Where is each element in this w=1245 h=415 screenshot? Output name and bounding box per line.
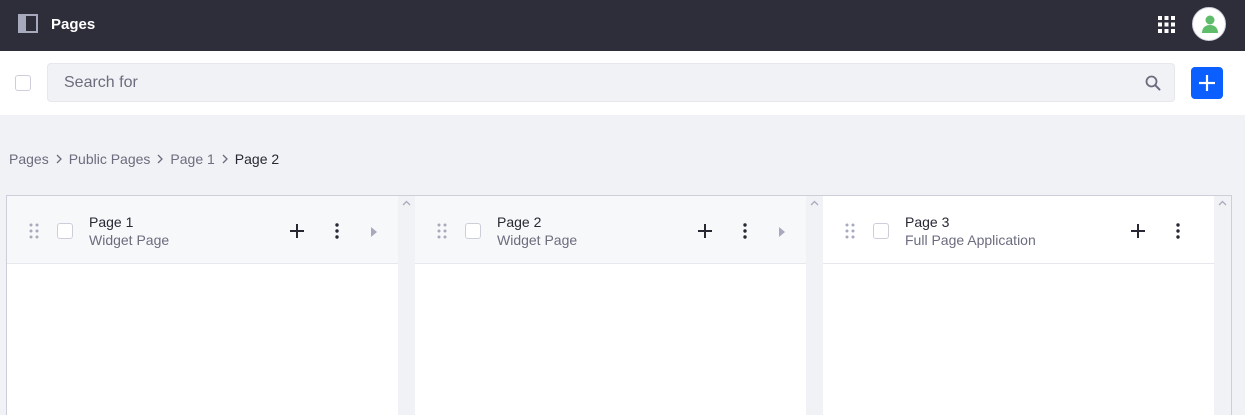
top-navigation-bar: Pages [0, 0, 1245, 51]
drag-handle-icon[interactable] [845, 223, 855, 239]
plus-icon [698, 224, 712, 238]
row-checkbox[interactable] [465, 223, 481, 239]
options-kebab-icon[interactable] [329, 223, 345, 239]
page-name[interactable]: Page 1 [89, 214, 133, 230]
sidebar-toggle-icon[interactable] [18, 14, 38, 33]
page-type: Widget Page [89, 232, 170, 248]
caret-right-icon[interactable] [777, 225, 787, 237]
plus-icon [1131, 224, 1145, 238]
options-kebab-icon[interactable] [1170, 223, 1186, 239]
column-item[interactable]: Page 3 Full Page Application [823, 196, 1214, 264]
column-2: Page 2 Widget Page [415, 196, 806, 415]
apps-grid-icon[interactable] [1158, 16, 1175, 33]
column-item[interactable]: Page 2 Widget Page [415, 196, 806, 264]
page-type: Widget Page [497, 232, 578, 248]
plus-icon [1199, 75, 1215, 91]
column-item[interactable]: Page 1 Widget Page [7, 196, 398, 264]
breadcrumb-item-pages[interactable]: Pages [9, 151, 49, 167]
page-name[interactable]: Page 2 [497, 214, 541, 230]
search-icon[interactable] [1145, 75, 1161, 91]
page-type: Full Page Application [905, 232, 1036, 248]
search-box [47, 63, 1175, 102]
drag-handle-icon[interactable] [29, 223, 39, 239]
column-3: Page 3 Full Page Application [823, 196, 1214, 415]
drag-handle-icon[interactable] [437, 223, 447, 239]
breadcrumb-item-public-pages[interactable]: Public Pages [69, 151, 151, 167]
scroll-up-icon [1218, 200, 1227, 206]
scroll-up-icon [402, 200, 411, 206]
column-2-scrollbar[interactable] [806, 196, 823, 415]
column-1-scrollbar[interactable] [398, 196, 415, 415]
add-child-page-button[interactable] [289, 223, 305, 239]
add-child-page-button[interactable] [1130, 223, 1146, 239]
breadcrumb-current: Page 2 [234, 151, 280, 167]
select-all-checkbox[interactable] [15, 75, 31, 91]
management-toolbar [0, 51, 1245, 115]
chevron-right-icon [217, 154, 233, 164]
caret-right-icon[interactable] [369, 225, 379, 237]
add-page-button[interactable] [1191, 67, 1223, 99]
miller-columns: Page 1 Widget Page Page 2 Widget Page Pa… [6, 195, 1232, 415]
column-3-scrollbar[interactable] [1214, 196, 1231, 415]
chevron-right-icon [152, 154, 168, 164]
page-title: Pages [51, 16, 96, 33]
chevron-right-icon [51, 154, 67, 164]
options-kebab-icon[interactable] [737, 223, 753, 239]
user-icon [1202, 15, 1218, 33]
plus-icon [290, 224, 304, 238]
column-1: Page 1 Widget Page [7, 196, 398, 415]
row-checkbox[interactable] [57, 223, 73, 239]
add-child-page-button[interactable] [697, 223, 713, 239]
scroll-up-icon [810, 200, 819, 206]
search-input[interactable] [48, 64, 1128, 101]
breadcrumb-item-page-1[interactable]: Page 1 [170, 151, 214, 167]
breadcrumb: Pages Public Pages Page 1 Page 2 [9, 150, 279, 168]
row-checkbox[interactable] [873, 223, 889, 239]
page-name[interactable]: Page 3 [905, 214, 949, 230]
avatar[interactable] [1192, 7, 1226, 41]
